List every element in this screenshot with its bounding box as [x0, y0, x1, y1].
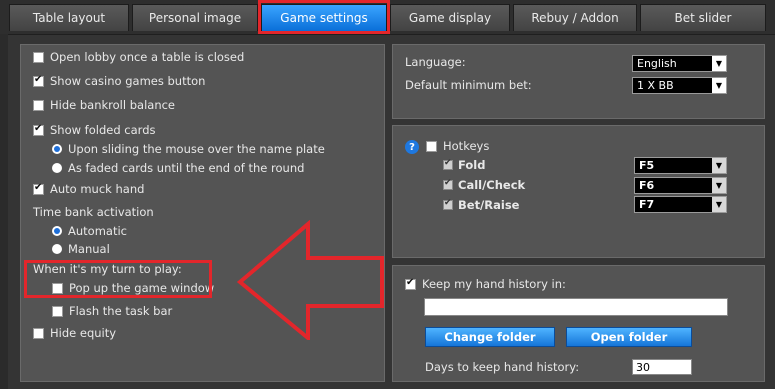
folded-faded-option[interactable]: As faded cards until the end of the roun… — [52, 161, 304, 175]
hotkey-bet-key: F7 — [639, 198, 655, 211]
hide-equity-checkbox[interactable] — [33, 327, 44, 339]
hotkey-fold-label: Fold — [458, 158, 486, 172]
open-lobby-option[interactable]: Open lobby once a table is closed — [33, 50, 244, 64]
hotkey-call-select[interactable]: F6 ▼ — [634, 177, 727, 194]
auto-muck-checkbox[interactable] — [33, 182, 44, 195]
history-path-input[interactable] — [424, 298, 728, 316]
show-folded-checkbox[interactable] — [33, 123, 44, 136]
hide-bankroll-checkbox[interactable] — [33, 99, 44, 111]
show-casino-checkbox[interactable] — [33, 74, 44, 87]
folded-faded-radio[interactable] — [52, 163, 62, 173]
show-casino-label: Show casino games button — [50, 74, 206, 88]
red-arrow-annotation — [236, 220, 384, 340]
tab-bar: Table layout Personal image Game setting… — [0, 0, 775, 34]
change-folder-button[interactable]: Change folder — [425, 327, 555, 347]
keep-history-label: Keep my hand history in: — [422, 277, 566, 291]
language-value: English — [637, 57, 677, 70]
chevron-down-icon: ▼ — [712, 56, 726, 71]
days-label: Days to keep hand history: — [425, 360, 580, 374]
hide-bankroll-label: Hide bankroll balance — [50, 98, 176, 112]
hide-bankroll-option[interactable]: Hide bankroll balance — [33, 98, 175, 112]
language-select[interactable]: English ▼ — [632, 55, 727, 72]
hotkeys-option[interactable]: Hotkeys — [426, 139, 489, 153]
language-label: Language: — [405, 55, 466, 69]
help-icon[interactable]: ? — [405, 140, 419, 154]
days-input[interactable]: 30 — [632, 359, 692, 375]
hide-equity-label: Hide equity — [50, 326, 117, 340]
hotkey-bet-select[interactable]: F7 ▼ — [634, 196, 727, 213]
chevron-down-icon: ▼ — [712, 197, 726, 212]
time-bank-manual-label: Manual — [68, 242, 110, 256]
tab-personal-image[interactable]: Personal image — [132, 4, 258, 31]
show-folded-label: Show folded cards — [50, 123, 156, 137]
hotkey-bet-row: Bet/Raise — [443, 198, 519, 212]
hide-equity-option[interactable]: Hide equity — [33, 326, 116, 340]
show-casino-option[interactable]: Show casino games button — [33, 74, 205, 88]
tab-game-settings[interactable]: Game settings — [261, 4, 387, 31]
folded-hover-label: Upon sliding the mouse over the name pla… — [68, 142, 325, 156]
tab-bet-slider[interactable]: Bet slider — [640, 4, 766, 31]
hotkey-bet-checkbox[interactable] — [443, 198, 453, 210]
time-bank-auto-radio[interactable] — [52, 226, 62, 236]
time-bank-auto-option[interactable]: Automatic — [52, 224, 127, 238]
open-lobby-label: Open lobby once a table is closed — [50, 50, 245, 64]
hotkey-fold-row: Fold — [443, 158, 485, 172]
keep-history-checkbox[interactable] — [405, 277, 416, 290]
min-bet-label: Default minimum bet: — [405, 78, 532, 92]
time-bank-manual-radio[interactable] — [52, 244, 62, 254]
hotkey-fold-checkbox[interactable] — [443, 158, 453, 170]
turn-options-highlight — [24, 260, 212, 298]
chevron-down-icon: ▼ — [712, 78, 726, 93]
auto-muck-label: Auto muck hand — [50, 182, 145, 196]
open-lobby-checkbox[interactable] — [33, 51, 44, 63]
show-folded-option[interactable]: Show folded cards — [33, 123, 155, 137]
auto-muck-option[interactable]: Auto muck hand — [33, 182, 144, 196]
flash-taskbar-checkbox[interactable] — [52, 305, 63, 317]
keep-history-option[interactable]: Keep my hand history in: — [405, 277, 566, 291]
flash-taskbar-option[interactable]: Flash the task bar — [52, 304, 172, 318]
hotkey-fold-select[interactable]: F5 ▼ — [634, 157, 727, 174]
time-bank-heading-text: Time bank activation — [33, 205, 154, 219]
hotkeys-checkbox[interactable] — [426, 140, 437, 152]
folded-hover-option[interactable]: Upon sliding the mouse over the name pla… — [52, 142, 325, 156]
chevron-down-icon: ▼ — [712, 158, 726, 173]
min-bet-value: 1 X BB — [637, 79, 674, 92]
hotkey-call-label: Call/Check — [458, 178, 526, 192]
flash-taskbar-label: Flash the task bar — [69, 304, 173, 318]
tab-rebuy-addon[interactable]: Rebuy / Addon — [513, 4, 637, 31]
hotkey-call-checkbox[interactable] — [443, 178, 453, 190]
tab-game-display[interactable]: Game display — [390, 4, 510, 31]
hotkey-call-key: F6 — [639, 179, 655, 192]
hotkey-bet-label: Bet/Raise — [458, 198, 520, 212]
folded-hover-radio[interactable] — [52, 144, 62, 154]
open-folder-button[interactable]: Open folder — [566, 327, 692, 347]
hotkey-fold-key: F5 — [639, 159, 655, 172]
time-bank-manual-option[interactable]: Manual — [52, 242, 110, 256]
hotkeys-label: Hotkeys — [443, 139, 490, 153]
min-bet-select[interactable]: 1 X BB ▼ — [632, 77, 727, 94]
folded-faded-label: As faded cards until the end of the roun… — [68, 161, 305, 175]
tab-table-layout[interactable]: Table layout — [9, 4, 129, 31]
time-bank-heading: Time bank activation — [33, 205, 154, 219]
hotkey-call-row: Call/Check — [443, 178, 525, 192]
chevron-down-icon: ▼ — [712, 178, 726, 193]
time-bank-auto-label: Automatic — [68, 224, 127, 238]
